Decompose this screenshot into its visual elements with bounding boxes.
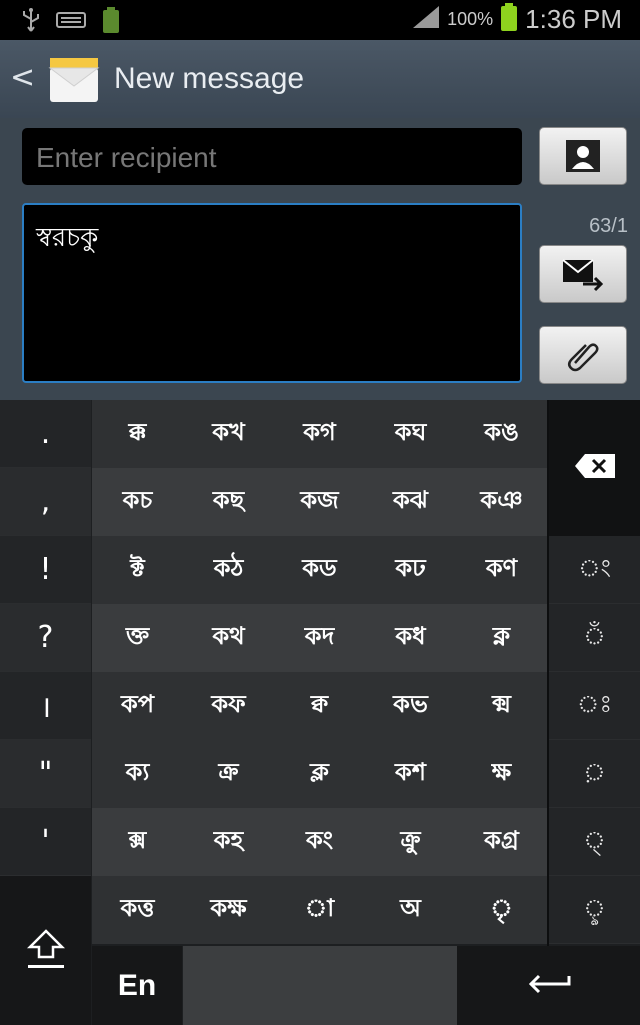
backspace-icon	[573, 452, 617, 484]
conjunct-key[interactable]: কঠ	[183, 536, 274, 604]
conjunct-key[interactable]: কণ	[456, 536, 547, 604]
conjunct-key[interactable]: ক্র	[183, 740, 274, 808]
message-input[interactable]: স্বরচকু	[22, 203, 522, 383]
language-switch-key[interactable]: En	[92, 946, 182, 1025]
send-mms-icon	[540, 246, 626, 302]
conjunct-key[interactable]: ◌ৃ	[456, 876, 547, 944]
conjunct-key[interactable]: কজ	[274, 468, 365, 536]
conjunct-key[interactable]: ক্ন	[456, 604, 547, 672]
punctuation-key[interactable]: ,	[0, 468, 91, 536]
conjunct-key[interactable]: কচ	[92, 468, 183, 536]
conjunct-key[interactable]: অ	[365, 876, 456, 944]
conjunct-key[interactable]: কভ	[365, 672, 456, 740]
conjunct-key[interactable]: কশ	[365, 740, 456, 808]
space-key[interactable]	[183, 946, 457, 1025]
conjunct-key[interactable]: ক্ম	[456, 672, 547, 740]
conjunct-key[interactable]: ক্রু	[365, 808, 456, 876]
conjunct-key[interactable]: কপ	[92, 672, 183, 740]
conjunct-key[interactable]: কঢ	[365, 536, 456, 604]
paperclip-icon	[540, 327, 626, 383]
conjunct-key[interactable]: কঞ	[456, 468, 547, 536]
conjunct-key[interactable]: কক্ষ	[183, 876, 274, 944]
punctuation-key[interactable]: '	[0, 808, 91, 876]
conjunct-key[interactable]: কফ	[183, 672, 274, 740]
contact-icon	[540, 128, 626, 184]
enter-icon	[525, 972, 573, 1000]
vowel-sign-key[interactable]: ◌্	[549, 808, 640, 876]
conjunct-key[interactable]: ক্ল	[274, 740, 365, 808]
conjunct-key[interactable]: কছ	[183, 468, 274, 536]
conjunct-key[interactable]: ক্ক	[92, 400, 183, 468]
chevron-left-icon[interactable]: <	[10, 60, 35, 95]
conjunct-key[interactable]: কখ	[183, 400, 274, 468]
keyboard-icon	[56, 10, 86, 34]
recipient-input[interactable]: Enter recipient	[22, 128, 522, 185]
vowel-sign-key[interactable]: ◌ঁ	[549, 604, 640, 672]
conjunct-key[interactable]: কত্ত	[92, 876, 183, 944]
conjunct-key[interactable]: কথ	[183, 604, 274, 672]
punctuation-key[interactable]: .	[0, 400, 91, 468]
vowel-sign-key[interactable]: ◌়	[549, 740, 640, 808]
vowel-sign-key[interactable]: ◌ং	[549, 536, 640, 604]
action-bar: < New message	[0, 40, 640, 118]
clock: 1:36 PM	[525, 3, 622, 34]
conjunct-key[interactable]: ◌া	[274, 876, 365, 944]
battery-icon	[499, 2, 519, 36]
envelope-icon[interactable]	[48, 54, 100, 104]
usb-icon	[20, 7, 42, 37]
keyboard-divider	[547, 400, 549, 946]
shift-key[interactable]	[0, 876, 91, 1025]
conjunct-key[interactable]: ক্য	[92, 740, 183, 808]
conjunct-key[interactable]: কঝ	[365, 468, 456, 536]
conjunct-key[interactable]: কঘ	[365, 400, 456, 468]
conjunct-key[interactable]: ক্ট	[92, 536, 183, 604]
conjunct-key[interactable]: ক্ত	[92, 604, 183, 672]
vowel-sign-key[interactable]: ◌ৢ	[549, 876, 640, 944]
send-button[interactable]	[539, 245, 627, 303]
conjunct-key[interactable]: কড	[274, 536, 365, 604]
conjunct-key[interactable]: কং	[274, 808, 365, 876]
conjunct-key[interactable]: ক্ব	[274, 672, 365, 740]
conjunct-key[interactable]: ক্ষ	[456, 740, 547, 808]
enter-key[interactable]	[457, 946, 640, 1025]
punctuation-key[interactable]: ।	[0, 672, 91, 740]
punctuation-key[interactable]: !	[0, 536, 91, 604]
conjunct-key[interactable]: কগ্র	[456, 808, 547, 876]
shift-icon	[26, 927, 66, 975]
battery-full-icon	[100, 6, 122, 38]
status-bar: 100% 1:36 PM	[0, 0, 640, 40]
battery-percent: 100%	[447, 8, 494, 29]
conjunct-key[interactable]: কগ	[274, 400, 365, 468]
signal-icon	[411, 4, 441, 34]
conjunct-key[interactable]: কধ	[365, 604, 456, 672]
conjunct-key[interactable]: কঙ	[456, 400, 547, 468]
conjunct-key[interactable]: ক্স	[92, 808, 183, 876]
attach-button[interactable]	[539, 326, 627, 384]
backspace-key[interactable]	[549, 400, 640, 536]
contact-picker-button[interactable]	[539, 127, 627, 185]
char-counter: 63/1	[589, 215, 628, 237]
punctuation-key[interactable]: "	[0, 740, 91, 808]
conjunct-key[interactable]: কদ	[274, 604, 365, 672]
conjunct-key[interactable]: কহ	[183, 808, 274, 876]
punctuation-key[interactable]: ?	[0, 604, 91, 672]
vowel-sign-key[interactable]: ◌ঃ	[549, 672, 640, 740]
page-title: New message	[114, 62, 305, 95]
